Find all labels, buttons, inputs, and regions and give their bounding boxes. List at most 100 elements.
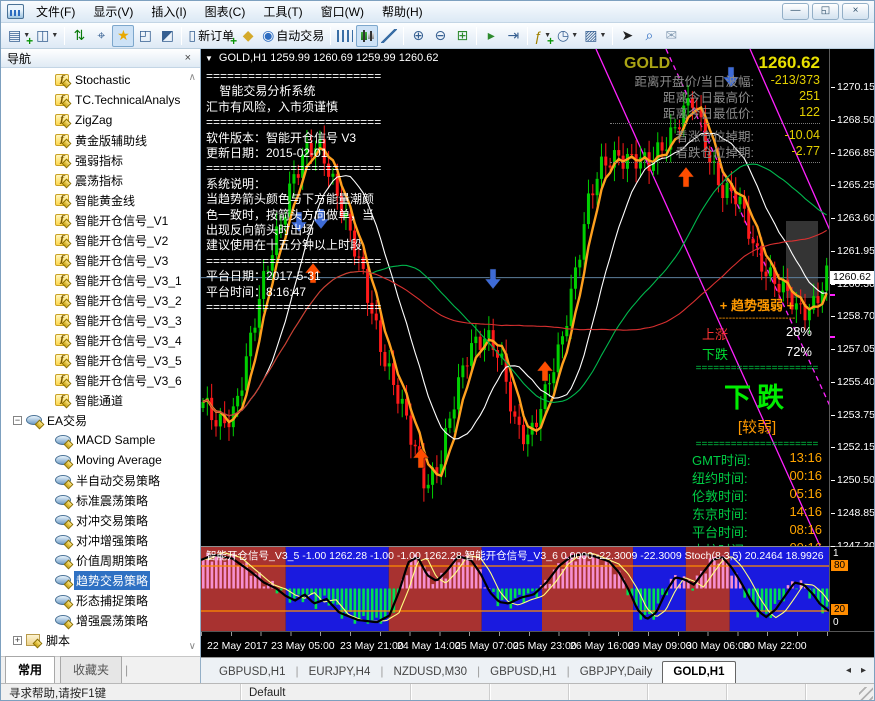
time-axis[interactable]: 22 May 201723 May 05:0023 May 21:0024 Ma… xyxy=(201,631,874,657)
tree-item[interactable]: 智能开仓信号_V3 xyxy=(1,250,200,270)
chart-tab-eurjpyh4[interactable]: EURJPY,H4 xyxy=(299,662,381,683)
chart-tab-gbpjpydaily[interactable]: GBPJPY,Daily xyxy=(570,662,663,683)
cursor-button[interactable]: ➤ xyxy=(616,25,638,47)
tree-item[interactable]: 半自动交易策略 xyxy=(1,470,200,490)
tab-scroll-right-icon[interactable]: ▸ xyxy=(861,665,866,676)
market-watch-button[interactable]: ⇅ xyxy=(68,25,90,47)
tree-item[interactable]: 标准震荡策略 xyxy=(1,490,200,510)
tree-item-label: 智能开仓信号_V3_3 xyxy=(73,311,184,330)
alert-marker-icon xyxy=(830,336,835,338)
tile-windows-button[interactable]: ⊞ xyxy=(451,25,473,47)
menu-h[interactable]: 帮助(H) xyxy=(373,0,432,23)
chart-bars-button[interactable] xyxy=(334,25,356,47)
chart-shift-button[interactable]: ⇥ xyxy=(502,25,524,47)
resize-grip[interactable] xyxy=(859,687,873,701)
tree-item[interactable]: 智能开仓信号_V3_4 xyxy=(1,330,200,350)
tree-item[interactable]: 智能开仓信号_V3_1 xyxy=(1,270,200,290)
indicator-icon xyxy=(55,314,69,326)
tree-item[interactable]: 震荡指标 xyxy=(1,170,200,190)
minimize-button[interactable]: — xyxy=(782,3,809,20)
tab-scroll-left-icon[interactable]: ◂ xyxy=(846,665,851,676)
tree-item[interactable]: TC.TechnicalAnalys xyxy=(1,90,200,110)
tree-item[interactable]: Stochastic xyxy=(1,70,200,90)
metaeditor-icon: ◆ xyxy=(243,27,254,44)
ea-icon xyxy=(55,494,70,506)
tree-item[interactable]: 价值周期策略 xyxy=(1,550,200,570)
tree-item[interactable]: 对冲增强策略 xyxy=(1,530,200,550)
status-profile[interactable]: Default xyxy=(241,684,411,701)
crosshair-magnifier-button[interactable]: ⌕ xyxy=(638,25,660,47)
collapse-indicator-icon[interactable]: ▼ xyxy=(205,54,213,63)
window-controls: —◱× xyxy=(782,3,871,20)
tree-item[interactable]: +脚本 xyxy=(1,630,200,650)
scroll-up-icon[interactable]: ∧ xyxy=(189,72,196,83)
data-window-button[interactable]: ⌖ xyxy=(90,25,112,47)
periods-button[interactable]: ◷▼ xyxy=(554,25,581,47)
chart-tab-gbpusdh1[interactable]: GBPUSD,H1 xyxy=(209,662,295,683)
tree-item[interactable]: 强弱指标 xyxy=(1,150,200,170)
indicator-subwindow[interactable]: 智能开仓信号_V3_5 -1.00 1262.28 -1.00 -1.00 12… xyxy=(201,546,874,631)
tree-item[interactable]: 形态捕捉策略 xyxy=(1,590,200,610)
templates-button[interactable]: ▨▼ xyxy=(581,25,609,47)
autotrading-button[interactable]: ◉自动交易 xyxy=(259,25,327,47)
menu-c[interactable]: 图表(C) xyxy=(196,0,255,23)
tree-item[interactable]: 对冲交易策略 xyxy=(1,510,200,530)
menu-f[interactable]: 文件(F) xyxy=(27,0,84,23)
tree-item[interactable]: 黄金版辅助线 xyxy=(1,130,200,150)
metaeditor-button[interactable]: ◆ xyxy=(237,25,259,47)
tree-item-label: 智能开仓信号_V3_4 xyxy=(73,331,184,350)
app-icon[interactable] xyxy=(7,4,24,19)
profiles-button[interactable]: ◫▼ xyxy=(33,25,61,47)
tree-item[interactable]: −EA交易 xyxy=(1,410,200,430)
tree-item[interactable]: 智能开仓信号_V2 xyxy=(1,230,200,250)
tree-item[interactable]: 智能黄金线 xyxy=(1,190,200,210)
tree-item[interactable]: 趋势交易策略 xyxy=(1,570,200,590)
chart-tab-goldh1[interactable]: GOLD,H1 xyxy=(662,661,735,683)
tree-item[interactable]: Moving Average xyxy=(1,450,200,470)
terminal-button[interactable]: ◰ xyxy=(134,25,156,47)
tree-item[interactable]: 智能开仓信号_V3_2 xyxy=(1,290,200,310)
sidebar-tab-favorites[interactable]: 收藏夹 xyxy=(60,656,122,683)
new-order-button[interactable]: ▯+新订单 xyxy=(185,25,237,47)
chart-line-icon xyxy=(381,29,397,43)
chart-candles-button[interactable] xyxy=(356,25,378,47)
strategy-tester-button[interactable]: ◩ xyxy=(156,25,178,47)
close-icon[interactable]: × xyxy=(182,52,194,64)
zoom-in-button[interactable]: ⊕ xyxy=(407,25,429,47)
tree-item[interactable]: ZigZag xyxy=(1,110,200,130)
menu-w[interactable]: 窗口(W) xyxy=(312,0,373,23)
navigator-button[interactable]: ★ xyxy=(112,25,134,47)
restore-button[interactable]: ◱ xyxy=(812,3,839,20)
tree-item-label: 趋势交易策略 xyxy=(74,571,150,590)
chart-plot-area[interactable]: ▼ GOLD,H1 1259.99 1260.69 1259.99 1260.6… xyxy=(201,49,829,546)
tree-item[interactable]: 智能开仓信号_V3_3 xyxy=(1,310,200,330)
price-axis[interactable]: 1270.151268.501266.851265.251263.601261.… xyxy=(829,49,874,546)
new-chart-button[interactable]: ▤+▼ xyxy=(5,25,33,47)
tree-item[interactable]: 智能通道 xyxy=(1,390,200,410)
chat-button[interactable]: ✉ xyxy=(660,25,682,47)
menu-i[interactable]: 插入(I) xyxy=(142,0,195,23)
time-axis-label: 25 May 07:00 xyxy=(455,640,519,652)
overlay-text-line: 系统说明： xyxy=(206,177,381,192)
sidebar-tab-common[interactable]: 常用 xyxy=(5,656,55,683)
menu-t[interactable]: 工具(T) xyxy=(254,0,311,23)
chart-line-button[interactable] xyxy=(378,25,400,47)
trend-strength: [较弱] xyxy=(690,415,824,439)
tree-item[interactable]: 增强震荡策略 xyxy=(1,610,200,630)
menu-v[interactable]: 显示(V) xyxy=(84,0,142,23)
close-button[interactable]: × xyxy=(842,3,869,20)
tree-item[interactable]: 智能开仓信号_V3_5 xyxy=(1,350,200,370)
chart-tab-gbpusdh1[interactable]: GBPUSD,H1 xyxy=(480,662,566,683)
collapse-box-icon[interactable]: − xyxy=(13,416,22,425)
tree-item[interactable]: MACD Sample xyxy=(1,430,200,450)
auto-scroll-button[interactable]: ▸ xyxy=(480,25,502,47)
scroll-down-icon[interactable]: ∨ xyxy=(189,641,196,652)
zoom-out-button[interactable]: ⊖ xyxy=(429,25,451,47)
chart-bars-icon xyxy=(337,30,353,42)
indicators-list-button[interactable]: ƒ+▼ xyxy=(531,25,554,47)
time-row: 本柱时间:00:16 xyxy=(690,540,824,546)
chart-tab-nzdusdm30[interactable]: NZDUSD,M30 xyxy=(384,662,477,683)
tree-item[interactable]: 智能开仓信号_V3_6 xyxy=(1,370,200,390)
expand-box-icon[interactable]: + xyxy=(13,636,22,645)
tree-item[interactable]: 智能开仓信号_V1 xyxy=(1,210,200,230)
